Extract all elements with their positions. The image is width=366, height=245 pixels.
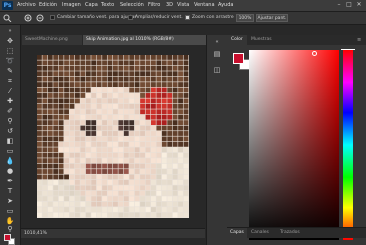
zoom-icon[interactable]: ⚲ <box>5 224 15 234</box>
menu-vista[interactable]: Vista <box>177 1 189 10</box>
tools-panel: » ✥ ⬚ ➰ ✎ ⌗ ⁄ ✚ ✐ ⚲ ↺ ◧ ▭ 💧 ● ✒ T ➤ ▭ ✋ … <box>0 25 21 245</box>
fit-screen-button[interactable]: Ajustar pant. <box>256 14 288 22</box>
status-bar: 1010,41% <box>21 228 205 238</box>
menu-texto[interactable]: Texto <box>101 1 114 10</box>
collapse-panels-icon[interactable]: « <box>212 37 222 47</box>
menu-archivo[interactable]: Archivo <box>17 1 36 10</box>
color-field[interactable] <box>249 50 339 240</box>
percent-100-button[interactable]: 100% <box>236 14 254 22</box>
canvas-area[interactable] <box>21 45 205 228</box>
path-select-icon[interactable]: ➤ <box>5 196 15 206</box>
close-button[interactable]: ✕ <box>355 1 363 9</box>
hue-slider[interactable] <box>343 50 353 240</box>
color-picker-ring[interactable] <box>312 51 317 56</box>
tab-paths[interactable]: Trazados <box>277 228 307 238</box>
menu-bar: Ps Archivo Edición Imagen Capa Texto Sel… <box>0 0 366 12</box>
history-brush-icon[interactable]: ↺ <box>5 126 15 136</box>
zoom-out-icon[interactable] <box>36 14 45 22</box>
zoom-level[interactable]: 1010,41% <box>24 230 47 237</box>
menu-edicion[interactable]: Edición <box>39 1 57 10</box>
panel-menu-icon[interactable]: ≡ <box>357 37 361 43</box>
zoom-in-icon[interactable] <box>24 14 33 22</box>
stamp-icon[interactable]: ⚲ <box>5 116 15 126</box>
zoom-all-checkbox[interactable] <box>128 15 133 20</box>
healing-icon[interactable]: ✚ <box>5 96 15 106</box>
tab-swatches[interactable]: Muestras <box>247 35 275 45</box>
panel-foreground-swatch[interactable] <box>233 53 244 64</box>
zoom-all-label: Ampliar/reducir vent. <box>135 15 183 20</box>
side-icon-strip: « ▤ ◫ <box>206 35 228 245</box>
pen-icon[interactable]: ✒ <box>5 176 15 186</box>
crop-icon[interactable]: ⌗ <box>5 76 15 86</box>
menu-filtro[interactable]: Filtro <box>148 1 160 10</box>
menu-capa[interactable]: Capa <box>85 1 98 10</box>
layers-panel-tabs: Capas Canales Trazados <box>227 227 366 238</box>
brush-icon[interactable]: ✐ <box>5 106 15 116</box>
menu-ayuda[interactable]: Ayuda <box>218 1 233 10</box>
document-tabs: SweetMachine.png Skip Animation.jpg al 1… <box>21 35 207 45</box>
marquee-icon[interactable]: ⬚ <box>5 46 15 56</box>
menu-3d[interactable]: 3D <box>166 1 173 10</box>
dodge-icon[interactable]: ● <box>5 166 15 176</box>
image-pixel-grid <box>37 55 189 218</box>
tab-channels[interactable]: Canales <box>248 228 276 238</box>
collapse-icon[interactable]: » <box>5 26 15 36</box>
resize-windows-label: Cambiar tamaño vent. para ajustar <box>57 15 137 20</box>
tab-sweetmachine[interactable]: SweetMachine.png <box>22 35 82 45</box>
foreground-color-swatch[interactable] <box>4 234 11 241</box>
eyedropper-icon[interactable]: ⁄ <box>5 86 15 96</box>
maximize-button[interactable]: □ <box>345 1 353 9</box>
menu-ventana[interactable]: Ventana <box>194 1 215 10</box>
menu-imagen[interactable]: Imagen <box>62 1 81 10</box>
tab-layers[interactable]: Capas <box>227 228 247 238</box>
quick-select-icon[interactable]: ✎ <box>5 66 15 76</box>
gradient-icon[interactable]: ▭ <box>5 146 15 156</box>
scrubby-zoom-label: Zoom con arrastre <box>192 15 234 20</box>
menu-seleccion[interactable]: Selección <box>120 1 144 10</box>
pixelated-image[interactable] <box>37 55 189 218</box>
eraser-icon[interactable]: ◧ <box>5 136 15 146</box>
hue-slider-marker[interactable] <box>341 49 355 52</box>
scrubby-zoom-checkbox[interactable] <box>185 15 190 20</box>
history-panel-icon[interactable]: ▤ <box>212 49 222 59</box>
minimize-button[interactable]: – <box>335 1 343 9</box>
shape-icon[interactable]: ▭ <box>5 206 15 216</box>
options-bar: Cambiar tamaño vent. para ajustar Amplia… <box>0 12 366 25</box>
resize-windows-checkbox[interactable] <box>50 15 55 20</box>
zoom-tool-icon[interactable] <box>3 14 12 22</box>
properties-panel-icon[interactable]: ◫ <box>212 65 222 75</box>
lasso-icon[interactable]: ➰ <box>5 56 15 66</box>
tab-color[interactable]: Color <box>227 35 247 45</box>
photoshop-logo: Ps <box>2 1 13 10</box>
panel-tabs: Color Muestras ≡ <box>227 35 366 45</box>
tab-skip-animation[interactable]: Skip Animation.jpg al 1010% (RGB/8#) <box>83 35 207 45</box>
type-icon[interactable]: T <box>5 186 15 196</box>
color-panel: Color Muestras ≡ <box>227 35 366 245</box>
move-icon[interactable]: ✥ <box>5 36 15 46</box>
blur-icon[interactable]: 💧 <box>5 156 15 166</box>
